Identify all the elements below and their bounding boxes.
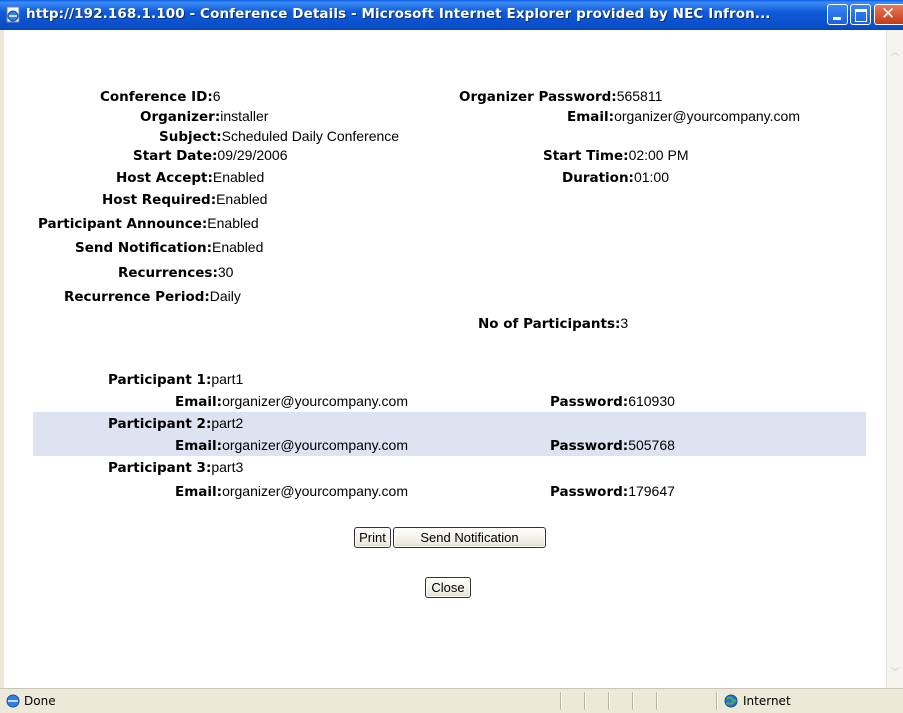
close-icon: ✕ — [881, 4, 896, 24]
subject-row: Subject:Scheduled Daily Conference — [159, 128, 399, 145]
start-time-label: Start Time: — [543, 148, 629, 164]
host-accept-value: Enabled — [212, 169, 265, 185]
participant-password-row: Password:179647 — [550, 483, 675, 500]
recurrence-period-row: Recurrence Period:Daily — [64, 288, 241, 305]
organizer-row: Organizer:installer — [140, 108, 268, 125]
organizer-email-row: Email:organizer@yourcompany.com — [567, 108, 800, 125]
start-date-value: 09/29/2006 — [217, 147, 288, 163]
send-notification-button[interactable]: Send Notification — [393, 527, 546, 548]
organizer-value: installer — [220, 108, 269, 124]
status-divider — [560, 692, 562, 710]
status-bar: Done Internet — [0, 688, 903, 713]
minimize-button[interactable] — [827, 4, 848, 25]
participant-password-value: 505768 — [628, 437, 675, 453]
status-divider — [716, 692, 718, 710]
vertical-scrollbar[interactable]: ︿ ﹀ — [886, 30, 903, 688]
scroll-up-arrow-icon[interactable]: ︿ — [887, 44, 903, 60]
participant-name: part3 — [211, 459, 244, 475]
conference-id-row: Conference ID:6 — [100, 88, 221, 105]
participant-password-value: 179647 — [628, 483, 675, 499]
send-notification-row: Send Notification:Enabled — [75, 239, 263, 256]
host-accept-label: Host Accept: — [116, 170, 213, 186]
security-zone-label: Internet — [743, 694, 791, 708]
organizer-email-label: Email: — [567, 109, 615, 125]
participant-email-label: Email: — [175, 438, 223, 454]
organizer-email-value: organizer@yourcompany.com — [614, 108, 800, 124]
participant-email-row: Email:organizer@yourcompany.com — [175, 393, 408, 410]
conference-id-value: 6 — [212, 88, 221, 104]
recurrences-value: 30 — [217, 264, 234, 280]
recurrences-row: Recurrences:30 — [118, 264, 233, 281]
recurrence-period-label: Recurrence Period: — [64, 289, 210, 305]
host-required-label: Host Required: — [102, 192, 217, 208]
send-notification-label: Send Notification: — [75, 240, 212, 256]
participant-email-row: Email:organizer@yourcompany.com — [175, 437, 408, 454]
participant-password-row: Password:505768 — [550, 437, 675, 454]
title-bar[interactable]: http://192.168.1.100 - Conference Detail… — [0, 0, 903, 30]
participant-password-value: 610930 — [628, 393, 675, 409]
send-notification-value: Enabled — [212, 239, 264, 255]
maximize-icon — [855, 9, 867, 22]
host-required-value: Enabled — [216, 191, 268, 207]
participant-email-value: organizer@yourcompany.com — [222, 483, 408, 499]
participant-email-value: organizer@yourcompany.com — [222, 393, 408, 409]
recurrences-label: Recurrences: — [118, 265, 218, 281]
browser-window: http://192.168.1.100 - Conference Detail… — [0, 0, 903, 713]
organizer-password-row: Organizer Password:565811 — [459, 88, 662, 105]
window-title: http://192.168.1.100 - Conference Detail… — [26, 6, 771, 22]
participant-row: Participant 3:part3 — [108, 459, 243, 476]
conference-id-label: Conference ID: — [100, 89, 213, 105]
participant-announce-label: Participant Announce: — [38, 216, 208, 232]
participant-password-label: Password: — [550, 394, 629, 410]
participant-label: Participant 2: — [108, 416, 212, 432]
participant-email-label: Email: — [175, 484, 223, 500]
participant-label: Participant 1: — [108, 372, 212, 388]
subject-value: Scheduled Daily Conference — [221, 128, 400, 144]
participant-password-label: Password: — [550, 438, 629, 454]
print-button[interactable]: Print — [354, 527, 391, 548]
start-time-row: Start Time:02:00 PM — [543, 147, 689, 164]
maximize-button[interactable] — [850, 4, 871, 25]
recurrence-period-value: Daily — [209, 288, 241, 304]
status-divider — [632, 692, 634, 710]
participant-row: Participant 1:part1 — [108, 371, 243, 388]
status-divider — [584, 692, 586, 710]
participant-announce-row: Participant Announce:Enabled — [38, 215, 259, 232]
duration-row: Duration:01:00 — [562, 169, 669, 186]
minimize-icon — [833, 17, 841, 20]
scroll-down-arrow-icon[interactable]: ﹀ — [887, 664, 903, 680]
subject-label: Subject: — [159, 129, 222, 145]
close-button[interactable]: Close — [425, 577, 471, 598]
participant-name: part2 — [211, 415, 244, 431]
participant-row: Participant 2:part2 — [108, 415, 243, 432]
host-required-row: Host Required:Enabled — [102, 191, 267, 208]
participant-name: part1 — [211, 371, 244, 387]
duration-value: 01:00 — [633, 169, 669, 185]
start-date-label: Start Date: — [133, 148, 218, 164]
ie-page-icon — [6, 6, 20, 23]
participant-announce-value: Enabled — [207, 215, 259, 231]
no-of-participants-label: No of Participants: — [478, 316, 621, 332]
host-accept-row: Host Accept:Enabled — [116, 169, 264, 186]
participant-password-label: Password: — [550, 484, 629, 500]
globe-icon — [724, 694, 738, 708]
participant-password-row: Password:610930 — [550, 393, 675, 410]
participant-email-label: Email: — [175, 394, 223, 410]
start-date-row: Start Date:09/29/2006 — [133, 147, 288, 164]
participant-label: Participant 3: — [108, 460, 212, 476]
status-divider — [608, 692, 610, 710]
organizer-password-label: Organizer Password: — [459, 89, 617, 105]
participant-email-value: organizer@yourcompany.com — [222, 437, 408, 453]
participant-email-row: Email:organizer@yourcompany.com — [175, 483, 408, 500]
no-of-participants-row: No of Participants:3 — [478, 315, 628, 332]
close-window-button[interactable]: ✕ — [874, 4, 903, 25]
status-divider — [656, 692, 658, 710]
organizer-password-value: 565811 — [616, 88, 663, 104]
start-time-value: 02:00 PM — [628, 147, 689, 163]
no-of-participants-value: 3 — [620, 315, 629, 331]
status-text: Done — [24, 694, 56, 708]
ie-page-icon — [6, 694, 20, 708]
duration-label: Duration: — [562, 170, 634, 186]
organizer-label: Organizer: — [140, 109, 221, 125]
